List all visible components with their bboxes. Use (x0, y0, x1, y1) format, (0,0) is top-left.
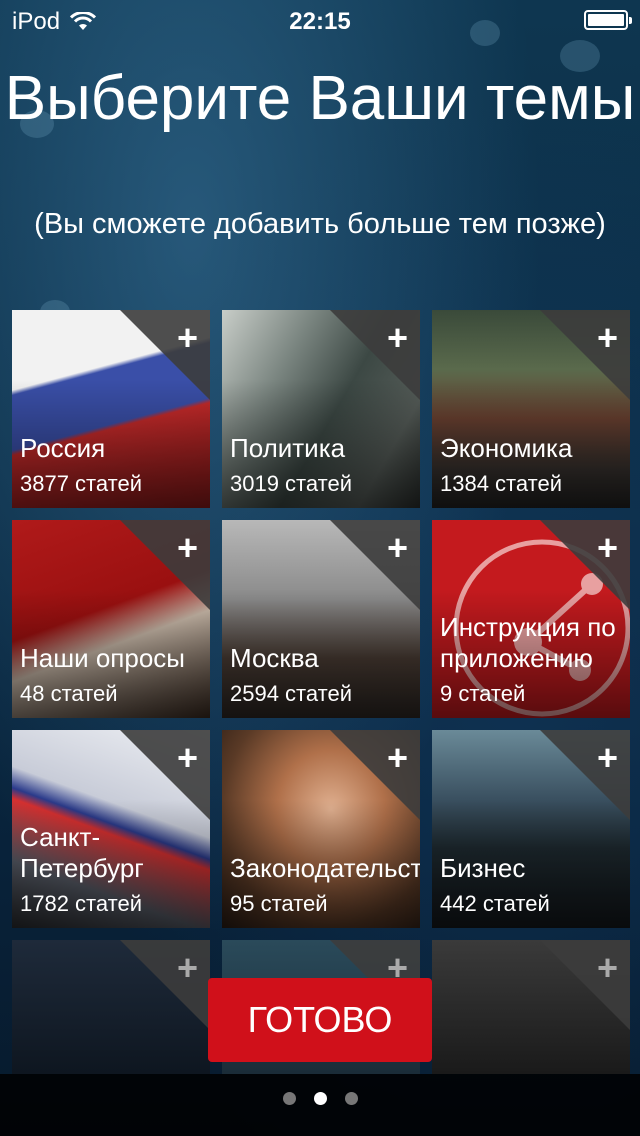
page-title: Выберите Ваши темы (4, 64, 636, 133)
tile-count: 2594 статей (230, 681, 352, 706)
topic-tile-moscow[interactable]: + Москва 2594 статей (222, 520, 420, 718)
battery-icon (584, 10, 632, 30)
topic-tile-politics[interactable]: + Политика 3019 статей (222, 310, 420, 508)
add-icon[interactable]: + (387, 740, 408, 776)
tile-title: Санкт-Петербург (20, 822, 144, 883)
topic-tile-economy[interactable]: + Экономика 1384 статей (432, 310, 630, 508)
add-icon[interactable]: + (597, 320, 618, 356)
tile-title: Россия (20, 433, 106, 463)
tile-count: 3019 статей (230, 471, 352, 496)
tile-title: Инструкция по приложению (440, 612, 616, 673)
add-icon[interactable]: + (597, 530, 618, 566)
topic-tile-polls[interactable]: + Наши опросы 48 статей (12, 520, 210, 718)
add-icon[interactable]: + (597, 950, 618, 986)
page-control (0, 1074, 640, 1136)
tile-count: 1384 статей (440, 471, 562, 496)
tile-count: 48 статей (20, 681, 118, 706)
add-icon[interactable]: + (177, 320, 198, 356)
tile-title: Москва (230, 643, 319, 673)
topic-tile-partial[interactable]: + (432, 940, 630, 1074)
add-icon[interactable]: + (387, 320, 408, 356)
page-dot-active[interactable] (313, 1092, 327, 1105)
page-dot[interactable] (282, 1092, 296, 1105)
page-dot[interactable] (344, 1092, 358, 1105)
tile-title: Наши опросы (20, 643, 185, 673)
tile-title: Экономика (440, 433, 573, 463)
add-icon[interactable]: + (387, 530, 408, 566)
tile-count: 95 статей (230, 891, 328, 916)
topic-tile-russia[interactable]: + Россия 3877 статей (12, 310, 210, 508)
topic-tile-legislation[interactable]: + Законодательство 95 статей (222, 730, 420, 928)
add-icon[interactable]: + (177, 740, 198, 776)
tile-count: 3877 статей (20, 471, 142, 496)
status-time: 22:15 (289, 8, 351, 35)
tile-title: Законодательство (230, 853, 420, 883)
topic-tile-business[interactable]: + Бизнес 442 статей (432, 730, 630, 928)
tile-count: 9 статей (440, 681, 526, 706)
add-icon[interactable]: + (597, 740, 618, 776)
status-bar: iPod 22:15 (0, 0, 640, 40)
tile-count: 1782 статей (20, 891, 142, 916)
topic-tile-partial[interactable]: + (12, 940, 210, 1074)
add-icon[interactable]: + (177, 530, 198, 566)
done-button[interactable]: ГОТОВО (208, 978, 432, 1062)
tile-title: Политика (230, 433, 346, 463)
topic-tile-app-guide[interactable]: + Инструкция по приложению 9 статей (432, 520, 630, 718)
tile-title: Бизнес (440, 853, 526, 883)
tile-count: 442 статей (440, 891, 550, 916)
add-icon[interactable]: + (177, 950, 198, 986)
page-subtitle: (Вы сможете добавить больше тем позже) (34, 208, 606, 240)
topic-tile-saint-petersburg[interactable]: + Санкт-Петербург 1782 статей (12, 730, 210, 928)
